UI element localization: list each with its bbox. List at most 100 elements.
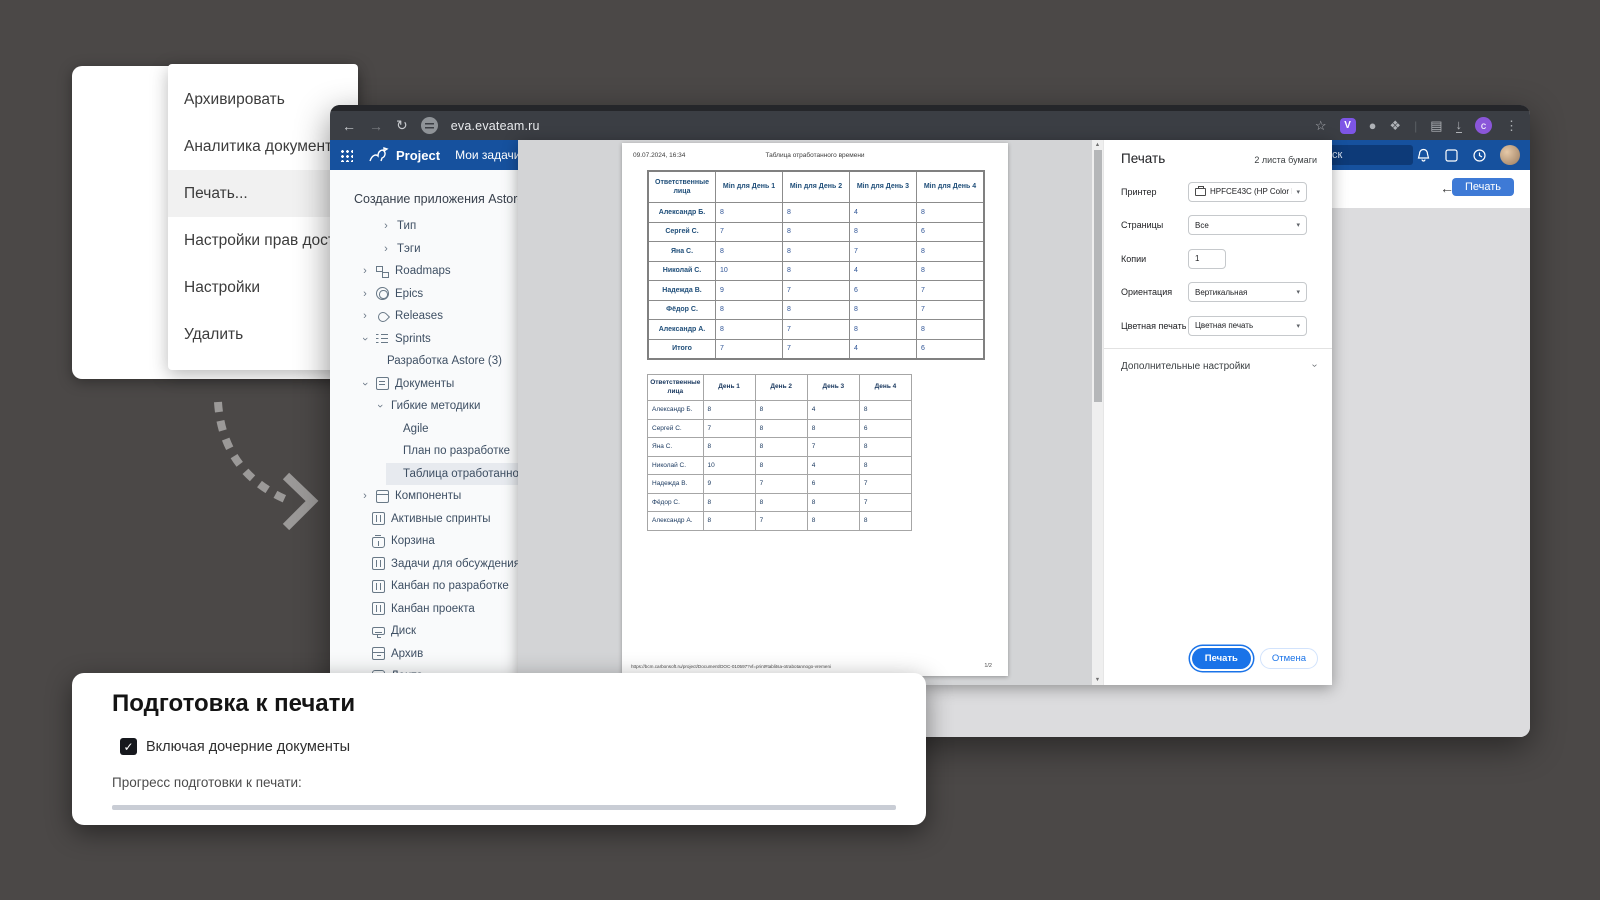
- trash-icon: [372, 537, 385, 548]
- setting-value: HPFCE43C (HP Color La: [1210, 187, 1292, 196]
- include-children-checkbox[interactable]: ✓: [120, 738, 137, 755]
- chevron-icon[interactable]: ›: [374, 401, 386, 411]
- sidebar-item[interactable]: Таблица отработанного времени: [330, 463, 518, 486]
- chevron-icon[interactable]: ›: [381, 220, 391, 232]
- nav-my-tasks[interactable]: Мои задачи: [455, 148, 520, 162]
- table1-header-cell: Min для День 4: [916, 171, 984, 203]
- setting-label: Страницы: [1121, 220, 1188, 230]
- setting-label: Ориентация: [1121, 287, 1188, 297]
- sidebar-item[interactable]: Канбан по разработке: [330, 575, 518, 598]
- sidebar-item[interactable]: Архив: [330, 643, 518, 666]
- project-brand[interactable]: Project: [368, 146, 440, 164]
- extensions-puzzle-icon[interactable]: ❖: [1389, 118, 1401, 134]
- app-grid-icon[interactable]: [340, 149, 353, 162]
- setting-control[interactable]: 1 ▾: [1188, 249, 1226, 269]
- chevron-icon[interactable]: ›: [360, 490, 370, 502]
- sidebar-item[interactable]: Канбан проекта: [330, 598, 518, 621]
- table-row: Фёдор С.88 87: [648, 300, 984, 320]
- progress-bar: [112, 805, 896, 810]
- print-setting-row: Принтер HPFCE43C (HP Color La ▾: [1104, 175, 1332, 209]
- sidebar-item-label: Компоненты: [395, 490, 461, 502]
- table-row: Надежда В.97 67: [648, 281, 984, 301]
- table-row: Фёдор С.88 87: [648, 493, 912, 512]
- kanban-icon: [372, 512, 385, 525]
- dropdown-caret-icon: ▾: [1296, 188, 1300, 196]
- setting-control[interactable]: Вертикальная ▾: [1188, 282, 1307, 302]
- print-cancel-button[interactable]: Отмена: [1260, 648, 1318, 669]
- more-settings-chevron-icon[interactable]: ›: [1309, 364, 1320, 367]
- context-menu-item-label: Архивировать: [184, 91, 285, 109]
- sheets-count-label: 2 листа бумаги: [1254, 155, 1317, 165]
- toolbar-actions: ☆ V ● ❖ | ▤ ↓ c ⋮: [1315, 117, 1518, 134]
- chevron-icon[interactable]: ›: [360, 265, 370, 277]
- user-avatar[interactable]: [1500, 145, 1520, 165]
- chevron-icon[interactable]: ›: [359, 334, 371, 344]
- sidebar-item[interactable]: › Releases: [330, 305, 518, 328]
- sidebar-item[interactable]: › Гибкие методики: [330, 395, 518, 418]
- table2-header-cell: Ответственные лица: [648, 375, 704, 401]
- chevron-icon[interactable]: ›: [359, 379, 371, 389]
- back-icon[interactable]: ←: [342, 118, 356, 134]
- more-settings-label[interactable]: Дополнительные настройки: [1121, 361, 1250, 372]
- sidebar-item[interactable]: › Тэги: [330, 238, 518, 261]
- setting-control[interactable]: HPFCE43C (HP Color La ▾: [1188, 182, 1307, 202]
- sidebar-item[interactable]: › Epics: [330, 283, 518, 306]
- sidebar-item[interactable]: Диск: [330, 620, 518, 643]
- sidebar-item-label: Разработка Astore (3): [387, 355, 502, 367]
- setting-control[interactable]: Цветная печать ▾: [1188, 316, 1307, 336]
- notes-icon[interactable]: [1444, 148, 1459, 163]
- preview-scrollbar[interactable]: ▲ ▼: [1092, 140, 1103, 685]
- sidebar-item[interactable]: Активные спринты: [330, 508, 518, 531]
- scroll-up-icon[interactable]: ▲: [1095, 142, 1100, 148]
- table1-header-cell: Min для День 1: [716, 171, 783, 203]
- setting-value: 1: [1195, 254, 1219, 263]
- document-action-bar: ← Печать: [1332, 170, 1530, 208]
- globe-extension-icon[interactable]: ●: [1369, 118, 1377, 133]
- prepare-print-dialog: Подготовка к печати ✓ Включая дочерние д…: [72, 673, 926, 825]
- sidebar-tree: › Тип › Тэги › Roadmaps: [330, 215, 518, 688]
- downloads-icon[interactable]: ↓: [1456, 119, 1463, 133]
- print-preview-pane: 09.07.2024, 16:34 Таблица отработанного …: [518, 140, 1092, 685]
- bell-icon[interactable]: [1416, 148, 1431, 163]
- sidebar-item[interactable]: › Sprints: [330, 328, 518, 351]
- forward-icon[interactable]: →: [369, 118, 383, 134]
- bookmark-star-icon[interactable]: ☆: [1315, 118, 1327, 134]
- sidebar-item[interactable]: Корзина: [330, 530, 518, 553]
- sidebar-item[interactable]: › Тип: [330, 215, 518, 238]
- scrollbar-thumb[interactable]: [1094, 150, 1102, 402]
- reload-icon[interactable]: ↻: [396, 117, 408, 134]
- url-text[interactable]: eva.evateam.ru: [451, 119, 540, 133]
- table-row: Сергей С.78 86: [648, 222, 984, 242]
- chevron-icon[interactable]: ›: [360, 288, 370, 300]
- print-setting-row: Цветная печать Цветная печать ▾: [1104, 309, 1332, 343]
- sidebar-item[interactable]: › Компоненты: [330, 485, 518, 508]
- history-clock-icon[interactable]: [1472, 148, 1487, 163]
- chevron-icon[interactable]: ›: [381, 243, 391, 255]
- print-confirm-button[interactable]: Печать: [1192, 648, 1251, 669]
- progress-label: Прогресс подготовки к печати:: [112, 775, 302, 790]
- sidebar-item[interactable]: План по разработке: [330, 440, 518, 463]
- toolbar-divider: |: [1414, 119, 1417, 133]
- print-setting-row: Страницы Все ▾: [1104, 209, 1332, 243]
- chevron-icon[interactable]: ›: [360, 310, 370, 322]
- sidebar-item[interactable]: › Roadmaps: [330, 260, 518, 283]
- sidebar-item-label: Документы: [395, 378, 454, 390]
- kebab-menu-icon[interactable]: ⋮: [1505, 118, 1518, 134]
- page-print-button[interactable]: Печать: [1452, 178, 1514, 196]
- scroll-down-icon[interactable]: ▼: [1095, 677, 1100, 683]
- setting-control[interactable]: Все ▾: [1188, 215, 1307, 235]
- sidebar-item[interactable]: Agile: [330, 418, 518, 441]
- printer-icon: [1195, 188, 1206, 196]
- sidebar-item[interactable]: Разработка Astore (3): [330, 350, 518, 373]
- table-row: Сергей С.78 86: [648, 419, 912, 438]
- annotation-arrow-icon: [196, 388, 328, 540]
- extension-v-icon[interactable]: V: [1340, 118, 1356, 134]
- profile-avatar[interactable]: c: [1475, 117, 1492, 134]
- doc-icon: [376, 377, 389, 390]
- table-row: Александр Б.88 48: [648, 203, 984, 223]
- side-panel-icon[interactable]: ▤: [1430, 118, 1442, 134]
- sidebar-item[interactable]: › Документы: [330, 373, 518, 396]
- site-info-icon[interactable]: [421, 117, 438, 134]
- sidebar-item[interactable]: Задачи для обсуждения: [330, 553, 518, 576]
- project-title[interactable]: Создание приложения Astore: [354, 192, 518, 206]
